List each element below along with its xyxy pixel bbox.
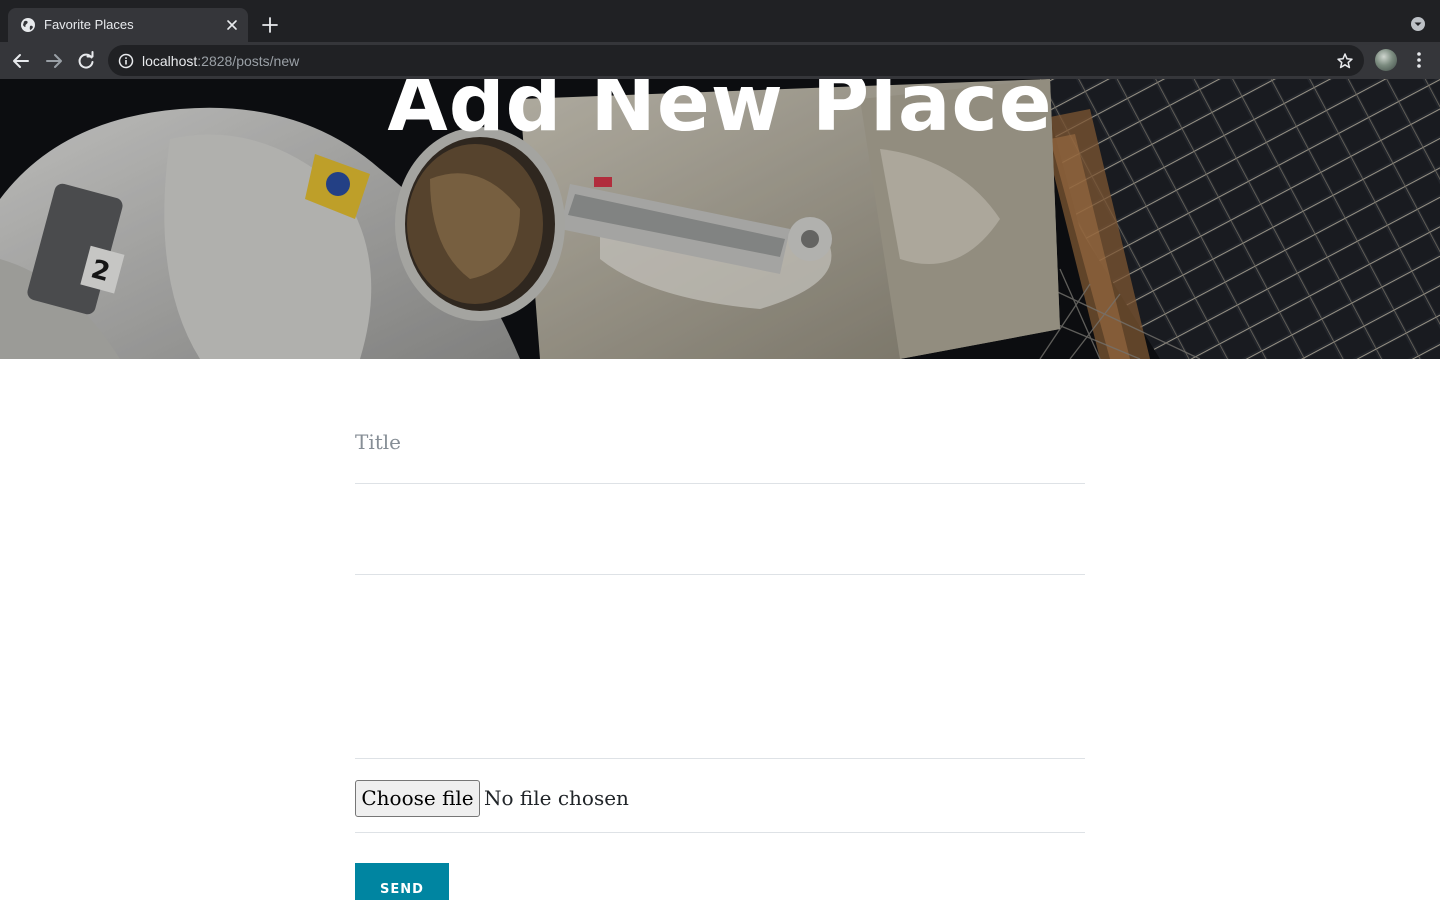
page-title: Add New Place — [387, 79, 1053, 149]
browser-toolbar: localhost:2828/posts/new — [0, 42, 1440, 79]
info-icon[interactable] — [118, 53, 134, 69]
profile-avatar[interactable] — [1375, 49, 1397, 71]
page-header-hero: 2 Add New Place — [0, 79, 1440, 359]
kebab-menu-icon[interactable] — [1409, 50, 1429, 70]
description-field[interactable] — [355, 484, 1085, 575]
file-status-text: No file chosen — [484, 786, 629, 810]
title-field-group — [355, 419, 1085, 484]
title-input[interactable] — [355, 419, 1085, 454]
browser-tab-strip: Favorite Places — [0, 0, 1440, 42]
browser-tab-active[interactable]: Favorite Places — [8, 8, 248, 42]
url-path: :2828/posts/new — [197, 53, 300, 69]
chevron-down-icon[interactable] — [1410, 16, 1426, 32]
address-bar[interactable]: localhost:2828/posts/new — [108, 45, 1364, 76]
url-text: localhost:2828/posts/new — [142, 53, 299, 69]
url-host: localhost — [142, 53, 198, 69]
body-textarea[interactable] — [355, 575, 1085, 759]
arrow-left-icon[interactable] — [10, 50, 32, 72]
send-button[interactable]: SEND — [355, 863, 449, 900]
image-upload-field: Choose file No file chosen — [355, 759, 1085, 833]
tab-title: Favorite Places — [44, 17, 134, 32]
choose-file-button[interactable]: Choose file — [355, 780, 480, 817]
globe-icon — [20, 17, 36, 33]
star-icon[interactable] — [1336, 52, 1354, 70]
arrow-right-icon[interactable] — [43, 50, 65, 72]
plus-icon[interactable] — [258, 13, 282, 37]
close-icon[interactable] — [224, 17, 240, 33]
reload-icon[interactable] — [75, 50, 97, 72]
